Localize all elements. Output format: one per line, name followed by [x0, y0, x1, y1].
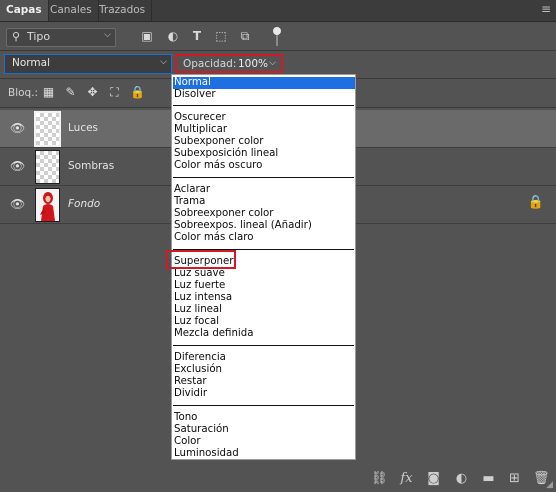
- blend-option-subexposicion-lineal[interactable]: Subexposición lineal: [173, 148, 355, 160]
- blend-option-normal[interactable]: Normal: [173, 77, 355, 89]
- blend-option-tono[interactable]: Tono: [173, 412, 355, 424]
- lock-transparency-icon[interactable]: ▦: [42, 85, 55, 99]
- image-filter-icon[interactable]: ▣: [140, 29, 154, 43]
- blend-option-luz-focal[interactable]: Luz focal: [173, 316, 355, 328]
- blend-option-sobreexponer-color[interactable]: Sobreexponer color: [173, 208, 355, 220]
- layer-filter-select[interactable]: ⚲ Tipo ⌵: [6, 28, 116, 47]
- lock-move-icon[interactable]: ✥: [86, 85, 99, 99]
- lock-artboard-icon[interactable]: ⛶: [108, 85, 121, 99]
- layer-name: Sombras: [68, 160, 115, 172]
- blend-option-color-mas-claro[interactable]: Color más claro: [173, 232, 355, 244]
- layer-thumbnail: [35, 150, 60, 184]
- superponer-highlight-outline: [166, 250, 236, 269]
- search-icon: ⚲: [12, 30, 21, 43]
- eye-icon[interactable]: 👁: [10, 197, 25, 211]
- dropdown-separator: [173, 105, 354, 106]
- toggle-knob: [273, 27, 281, 35]
- blend-option-saturacion[interactable]: Saturación: [173, 424, 355, 436]
- tab-canales[interactable]: Canales: [44, 0, 99, 21]
- layer-thumbnail: [34, 111, 61, 147]
- blend-option-luz-fuerte[interactable]: Luz fuerte: [173, 280, 355, 292]
- blend-option-luz-suave[interactable]: Luz suave: [173, 268, 355, 280]
- adjustment-layer-icon[interactable]: ◐: [454, 471, 469, 486]
- blend-option-color-mas-oscuro[interactable]: Color más oscuro: [173, 160, 355, 172]
- filter-toggle[interactable]: [273, 27, 281, 46]
- blend-mode-value: Normal: [12, 57, 50, 69]
- blend-option-luz-lineal[interactable]: Luz lineal: [173, 304, 355, 316]
- type-filter-icon[interactable]: T: [190, 29, 204, 43]
- opacity-label: Opacidad:: [183, 58, 237, 70]
- blend-option-color[interactable]: Color: [173, 436, 355, 448]
- resize-grip-icon[interactable]: ◢: [546, 480, 553, 490]
- lock-icon: 🔒: [527, 195, 544, 210]
- add-mask-icon[interactable]: ◙: [426, 471, 441, 486]
- lock-brush-icon[interactable]: ✎: [64, 85, 77, 99]
- tab-trazados[interactable]: Trazados: [93, 0, 153, 21]
- blend-option-restar[interactable]: Restar: [173, 376, 355, 388]
- link-layers-icon[interactable]: ⛓: [371, 471, 388, 486]
- layer-filter-value: Tipo: [27, 30, 51, 43]
- blend-option-aclarar[interactable]: Aclarar: [173, 184, 355, 196]
- chevron-down-icon: ⌵: [160, 57, 167, 67]
- opacity-control[interactable]: Opacidad: 100% ⌵: [175, 54, 283, 73]
- blend-option-trama[interactable]: Trama: [173, 196, 355, 208]
- layer-thumbnail-photo: [35, 188, 60, 222]
- blend-mode-select[interactable]: Normal ⌵: [4, 54, 172, 74]
- eye-icon[interactable]: 👁: [10, 159, 25, 173]
- blend-option-luminosidad[interactable]: Luminosidad: [173, 448, 355, 460]
- layer-name: Luces: [68, 122, 99, 134]
- panel-tab-bar: Capas Canales Trazados ≡: [0, 0, 556, 22]
- blend-option-disolver[interactable]: Disolver: [173, 89, 355, 101]
- dropdown-separator: [173, 405, 354, 406]
- new-group-icon[interactable]: ▬: [481, 471, 496, 486]
- dropdown-separator: [173, 345, 354, 346]
- lock-all-icon[interactable]: 🔒: [130, 85, 145, 99]
- row-divider: [0, 50, 556, 51]
- chevron-down-icon: ⌵: [104, 30, 111, 40]
- blend-option-subexponer-color[interactable]: Subexponer color: [173, 136, 355, 148]
- adjustment-filter-icon[interactable]: ◐: [166, 29, 180, 43]
- panel-menu-icon[interactable]: ≡: [541, 2, 551, 16]
- layer-name: Fondo: [68, 198, 101, 210]
- blend-option-multiplicar[interactable]: Multiplicar: [173, 124, 355, 136]
- tab-capas[interactable]: Capas: [0, 0, 49, 21]
- opacity-value[interactable]: 100%: [238, 58, 268, 70]
- blend-option-luz-intensa[interactable]: Luz intensa: [173, 292, 355, 304]
- shape-filter-icon[interactable]: ⬚: [214, 29, 228, 43]
- blend-option-sobreexpos-lineal[interactable]: Sobreexpos. lineal (Añadir): [173, 220, 355, 232]
- smart-object-filter-icon[interactable]: ⧉: [238, 29, 252, 43]
- blend-option-mezcla-definida[interactable]: Mezcla definida: [173, 328, 355, 340]
- photo-woman-red-icon: [36, 189, 59, 221]
- blend-option-exclusion[interactable]: Exclusión: [173, 364, 355, 376]
- chevron-down-icon: ⌵: [269, 58, 276, 68]
- blend-option-diferencia[interactable]: Diferencia: [173, 352, 355, 364]
- blend-option-oscurecer[interactable]: Oscurecer: [173, 112, 355, 124]
- eye-icon[interactable]: 👁: [10, 121, 25, 135]
- fx-icon[interactable]: fx: [399, 471, 414, 486]
- dropdown-separator: [173, 177, 354, 178]
- blend-option-dividir[interactable]: Dividir: [173, 388, 355, 400]
- lock-label: Bloq.:: [8, 87, 39, 99]
- new-layer-icon[interactable]: ⊞: [507, 471, 522, 486]
- toggle-track: [276, 35, 278, 46]
